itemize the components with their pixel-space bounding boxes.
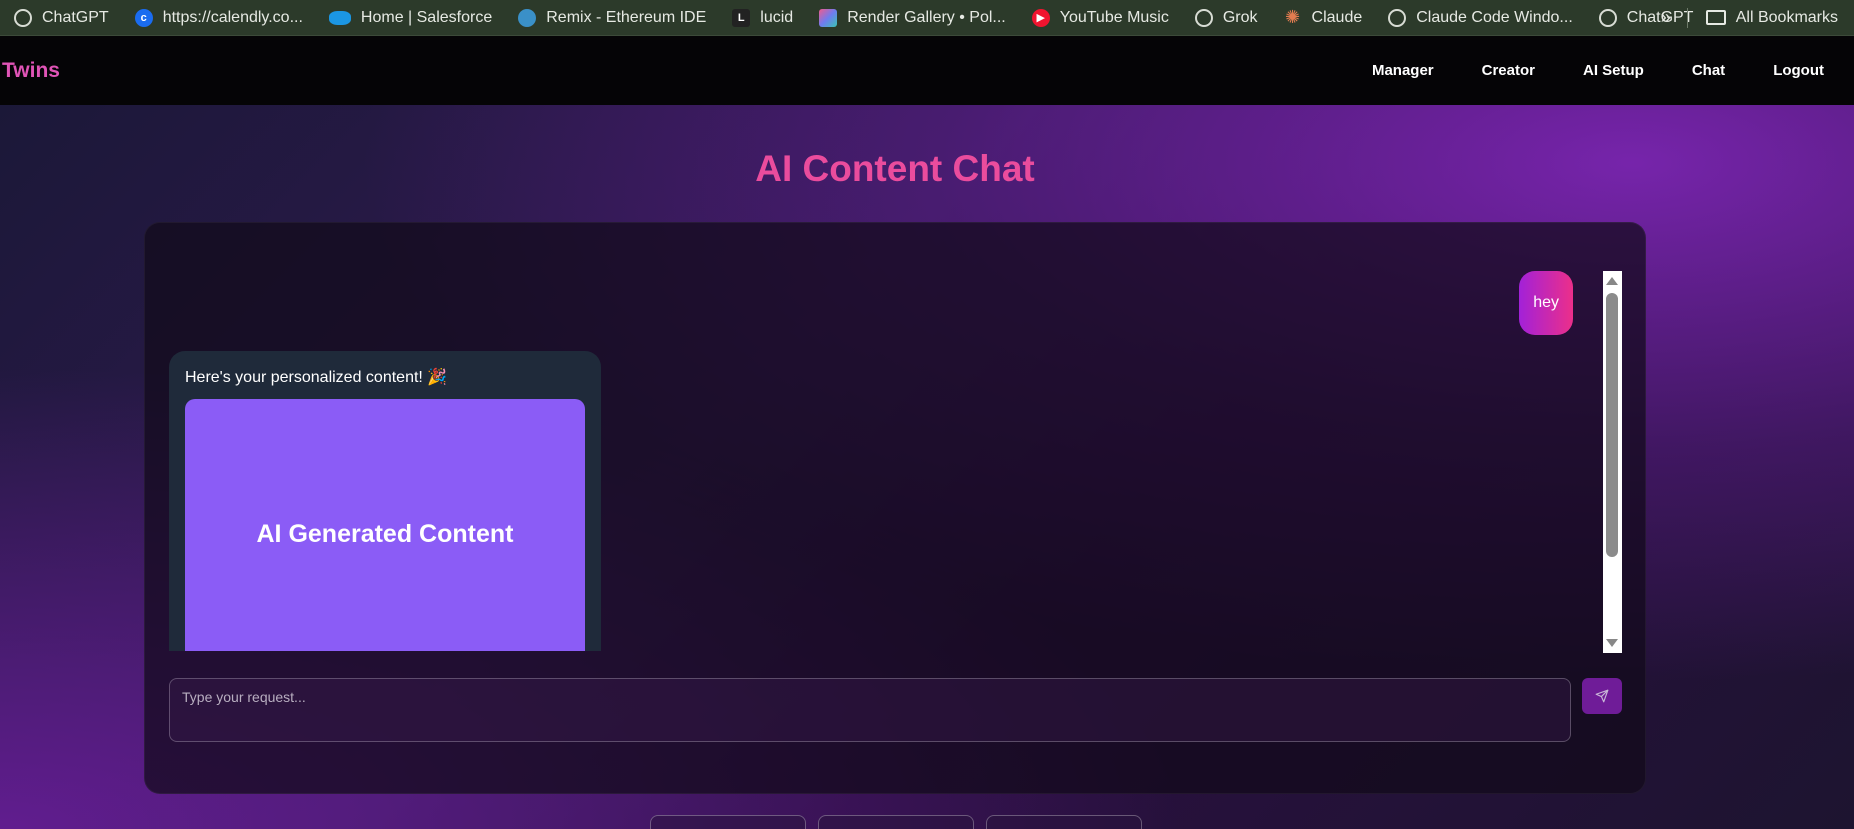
salesforce-icon [328,10,351,25]
quick-actions-row [650,815,1142,829]
bookmark-grok[interactable]: Grok [1181,0,1270,35]
ai-message-text: Here's your personalized content! 🎉 [185,369,448,386]
quick-action-button[interactable] [818,815,974,829]
bookmark-label: Render Gallery • Pol... [847,8,1006,26]
nav-link-logout[interactable]: Logout [1773,62,1824,79]
ai-generated-image[interactable]: AI Generated Content [185,399,585,651]
message-list[interactable]: hey Here's your personalized content! 🎉 … [169,271,1591,651]
bookmark-youtube-music[interactable]: ▶ YouTube Music [1018,0,1181,35]
ai-image-label: AI Generated Content [256,519,514,548]
remix-icon [518,8,537,27]
bookmark-calendly[interactable]: c https://calendly.co... [121,0,315,35]
quick-action-button[interactable] [650,815,806,829]
render-icon [819,8,838,27]
send-button[interactable] [1582,678,1622,714]
scroll-up-arrow-icon[interactable] [1606,277,1618,285]
nav-link-manager[interactable]: Manager [1372,62,1434,79]
chatgpt-icon [1388,8,1407,27]
lucid-icon: L [732,8,751,27]
bookmark-label: Remix - Ethereum IDE [546,8,707,26]
all-bookmarks-button[interactable]: All Bookmarks [1736,9,1854,27]
request-input-wrapper [169,678,1571,742]
ai-message-bubble: Here's your personalized content! 🎉 AI G… [169,351,601,651]
bookmark-label: YouTube Music [1059,8,1169,26]
bookmarks-bar: ChatGPT c https://calendly.co... Home | … [0,0,1854,36]
calendly-icon: c [134,8,153,27]
folder-icon [1705,10,1726,25]
nav-link-chat[interactable]: Chat [1692,62,1725,79]
bookmarks-divider [1686,7,1688,28]
bookmark-label: ChatGPT [42,8,109,26]
brand-logo[interactable]: Twins [2,59,60,83]
bookmark-label: Home | Salesforce [360,8,493,26]
bookmark-claude-code[interactable]: Claude Code Windo... [1374,0,1585,35]
send-icon [1595,689,1609,703]
chatgpt-icon [14,8,32,27]
grok-icon [1194,8,1213,27]
quick-action-button[interactable] [986,815,1142,829]
chatgpt-icon [1598,8,1617,27]
bookmark-label: Claude Code Windo... [1416,8,1573,26]
request-input[interactable] [170,679,1570,741]
chat-panel: hey Here's your personalized content! 🎉 … [144,222,1646,794]
scroll-down-arrow-icon[interactable] [1606,639,1618,647]
claude-icon: ✺ [1284,7,1301,27]
bookmarks-overflow-button[interactable]: » [1645,7,1687,28]
bookmark-claude[interactable]: ✺ Claude [1270,0,1375,35]
scrollbar-thumb[interactable] [1606,293,1618,557]
bookmark-remix[interactable]: Remix - Ethereum IDE [504,0,718,35]
bookmark-chatgpt[interactable]: ChatGPT [0,0,121,35]
youtube-music-icon: ▶ [1031,8,1050,27]
app-navbar: Twins Manager Creator AI Setup Chat Logo… [0,36,1854,105]
messages-scrollbar[interactable] [1603,271,1622,653]
user-message-bubble: hey [1519,271,1573,335]
main-area: AI Content Chat hey Here's your personal… [0,105,1854,829]
nav-links: Manager Creator AI Setup Chat Logout [1372,36,1824,105]
bookmark-label: Grok [1222,8,1258,26]
bookmark-label: lucid [760,8,794,26]
page-title: AI Content Chat [755,148,1035,189]
bookmark-salesforce[interactable]: Home | Salesforce [315,0,504,35]
bookmark-label: https://calendly.co... [162,8,303,26]
bookmark-label: Claude [1311,8,1363,26]
bookmark-render[interactable]: Render Gallery • Pol... [805,0,1018,35]
bookmark-lucid[interactable]: L lucid [718,0,805,35]
nav-link-ai-setup[interactable]: AI Setup [1583,62,1644,79]
nav-link-creator[interactable]: Creator [1482,62,1535,79]
